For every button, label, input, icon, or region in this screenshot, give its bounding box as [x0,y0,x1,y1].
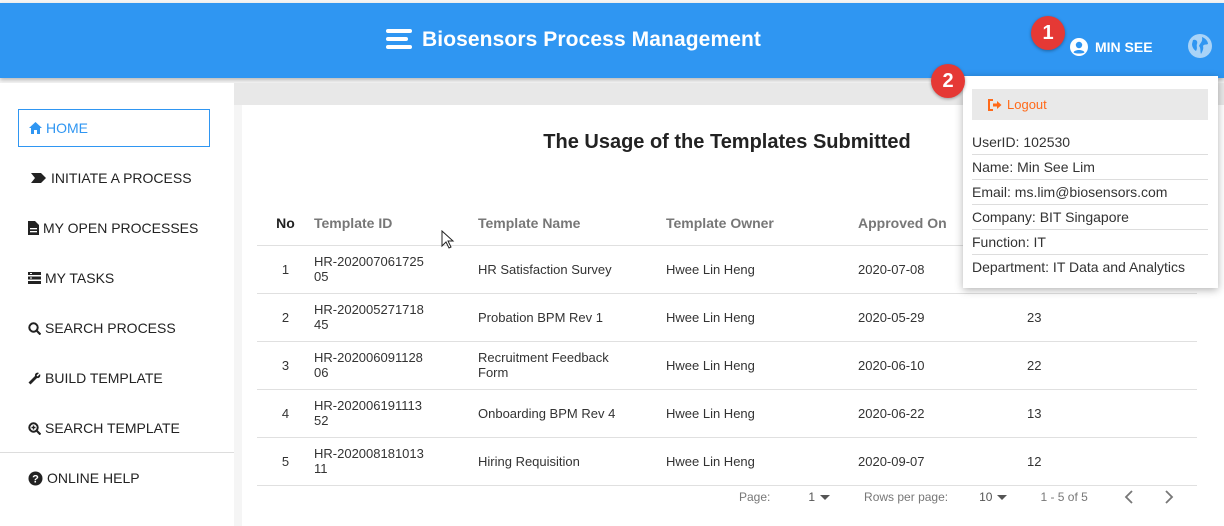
cell-template-id: HR-20200619111352 [314,398,422,428]
column-header-no[interactable]: No [257,201,314,245]
user-email-info: Email: ms.lim@biosensors.com [972,180,1208,205]
cell-no: 3 [257,340,314,389]
sidebar-item-label: MY OPEN PROCESSES [43,220,199,236]
cell-usage-count: 13 [1027,388,1197,437]
sidebar-item-my-open-processes[interactable]: MY OPEN PROCESSES [18,209,210,247]
column-header-template-owner[interactable]: Template Owner [666,201,858,245]
user-function-info: Function: IT [972,230,1208,255]
wrench-icon [28,372,41,384]
arrow-icon [31,173,46,183]
account-circle-icon [1070,38,1088,56]
cell-approved-on: 2020-06-22 [858,388,1027,437]
user-department-info: Department: IT Data and Analytics [972,259,1185,275]
sidebar-item-label: ONLINE HELP [47,470,140,486]
help-icon: ? [28,471,43,485]
user-company-info: Company: BIT Singapore [972,205,1208,230]
column-header-template-name[interactable]: Template Name [478,201,666,245]
cell-template-name: Recruitment Feedback Form [478,350,609,380]
sign-out-icon [988,98,1002,111]
rows-per-page-label: Rows per page: [864,490,949,504]
sidebar-item-label: MY TASKS [45,270,115,286]
sidebar-item-home[interactable]: HOME [18,109,210,147]
sidebar-item-label: SEARCH TEMPLATE [45,420,180,436]
user-name-info: Name: Min See Lim [972,155,1208,180]
cell-usage-count: 22 [1027,340,1197,389]
cell-approved-on: 2020-06-10 [858,340,1027,389]
table-row[interactable]: 2 HR-20200527171845 Probation BPM Rev 1 … [257,292,1197,341]
cell-usage-count: 12 [1027,436,1197,486]
pagination: Page: 1 Rows per page: 10 1 - 5 of 5 [739,490,1174,504]
table-row[interactable]: 5 HR-20200818101311 Hiring Requisition H… [257,436,1197,486]
cell-no: 1 [257,244,314,293]
user-id-info: UserID: 102530 [972,130,1208,155]
table-row[interactable]: 4 HR-20200619111352 Onboarding BPM Rev 4… [257,388,1197,437]
stacked-bars-icon [386,29,412,51]
svg-text:?: ? [32,473,39,485]
document-icon [28,221,39,235]
page-select[interactable]: 1 [808,490,831,504]
cell-no: 5 [257,436,314,486]
cell-template-owner: Hwee Lin Heng [666,340,858,389]
sidebar-item-search-process[interactable]: SEARCH PROCESS [18,309,210,347]
chevron-right-icon[interactable] [1164,490,1174,504]
cell-template-name: HR Satisfaction Survey [478,261,612,277]
cell-template-owner: Hwee Lin Heng [666,292,858,341]
user-menu-button[interactable]: MIN SEE [1069,37,1153,57]
caret-down-icon [997,494,1008,500]
sidebar-item-initiate-process[interactable]: INITIATE A PROCESS [18,159,210,197]
page-range: 1 - 5 of 5 [1040,490,1088,504]
cell-template-id: HR-20200609112806 [314,350,423,380]
table-row[interactable]: 3 HR-20200609112806 Recruitment Feedback… [257,340,1197,389]
sidebar: HOME INITIATE A PROCESS MY OPEN PROCESSE… [0,83,234,526]
cell-template-name: Hiring Requisition [478,453,580,469]
brand: Biosensors Process Management [386,28,761,52]
logout-button[interactable]: Logout [972,89,1208,120]
tasks-icon [28,272,41,284]
search-icon [28,321,41,335]
mouse-cursor-icon [441,230,455,249]
sidebar-item-label: HOME [46,120,88,136]
cell-template-owner: Hwee Lin Heng [666,436,858,486]
rows-per-page-select[interactable]: 10 [979,490,1008,504]
sidebar-item-label: INITIATE A PROCESS [51,170,192,186]
user-name: MIN SEE [1095,39,1153,55]
sidebar-item-online-help[interactable]: ? ONLINE HELP [18,459,210,497]
page-value: 1 [808,490,816,504]
cell-approved-on: 2020-05-29 [858,292,1027,341]
cell-template-id: HR-20200706172505 [314,254,424,284]
sidebar-item-label: BUILD TEMPLATE [45,370,163,386]
cell-usage-count: 23 [1027,292,1197,341]
cell-no: 2 [257,292,314,341]
rows-per-page-value: 10 [979,490,993,504]
cell-template-name: Onboarding BPM Rev 4 [478,405,616,421]
step-marker-2: 2 [931,64,965,98]
app-title: Biosensors Process Management [422,28,762,51]
cell-template-owner: Hwee Lin Heng [666,388,858,437]
search-plus-icon [28,421,41,435]
step-marker-1: 1 [1031,16,1065,50]
cell-template-id: HR-20200527171845 [314,302,424,332]
sidebar-item-search-template[interactable]: SEARCH TEMPLATE [18,409,210,447]
cell-no: 4 [257,388,314,437]
sidebar-divider [0,452,234,453]
cell-template-owner: Hwee Lin Heng [666,244,858,293]
cell-approved-on: 2020-09-07 [858,436,1027,486]
cell-template-id: HR-20200818101311 [314,446,424,476]
logout-label: Logout [1007,97,1047,112]
sidebar-item-build-template[interactable]: BUILD TEMPLATE [18,359,210,397]
globe-icon[interactable] [1187,33,1213,59]
caret-down-icon [820,494,831,500]
chevron-left-icon[interactable] [1124,490,1134,504]
home-icon [29,122,42,134]
sidebar-item-label: SEARCH PROCESS [45,320,176,336]
sidebar-item-my-tasks[interactable]: MY TASKS [18,259,210,297]
page-label: Page: [739,490,771,504]
cell-template-name: Probation BPM Rev 1 [478,309,604,325]
user-dropdown-menu: Logout UserID: 102530 Name: Min See Lim … [963,76,1218,288]
